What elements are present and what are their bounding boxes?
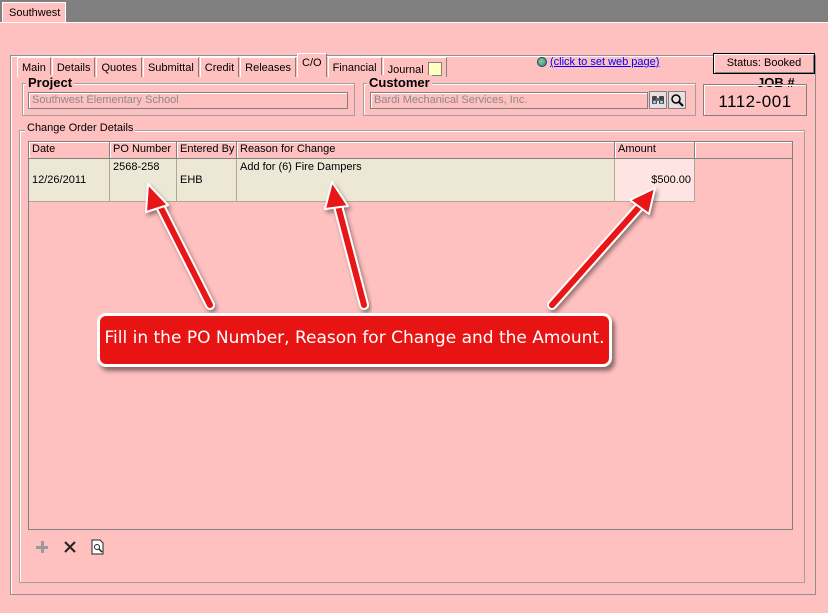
tab-financial[interactable]: Financial	[327, 57, 382, 77]
grid-header: Date PO Number Entered By Reason for Cha…	[29, 142, 793, 159]
preview-icon[interactable]	[89, 538, 107, 556]
web-page-link-area: (click to set web page)	[537, 56, 659, 68]
grid-toolbar	[33, 538, 107, 556]
journal-note-icon	[427, 62, 442, 76]
column-header-reason[interactable]: Reason for Change	[237, 142, 615, 159]
tab-releases[interactable]: Releases	[240, 57, 296, 77]
column-header-po-number[interactable]: PO Number	[110, 142, 177, 159]
customer-field[interactable]: Bardi Mechanical Services, Inc.	[370, 92, 648, 109]
status-button[interactable]: Status: Booked	[713, 53, 815, 74]
tab-submittal[interactable]: Submittal	[142, 57, 199, 77]
delete-icon[interactable]	[61, 538, 79, 556]
tab-quotes[interactable]: Quotes	[96, 57, 142, 77]
tab-change-orders[interactable]: C/O	[297, 53, 327, 77]
globe-icon	[537, 57, 547, 67]
cell-po-number[interactable]: 2568-258	[110, 159, 177, 202]
column-header-entered-by[interactable]: Entered By	[177, 142, 237, 159]
project-field[interactable]: Southwest Elementary School	[28, 92, 348, 109]
table-row[interactable]: 12/26/2011 2568-258 EHB Add for (6) Fire…	[29, 159, 695, 202]
instruction-callout: Fill in the PO Number, Reason for Change…	[97, 313, 612, 367]
window-tab[interactable]: Southwest	[2, 2, 66, 24]
cell-entered-by[interactable]: EHB	[177, 159, 237, 202]
tab-credit[interactable]: Credit	[199, 57, 240, 77]
tab-main[interactable]: Main	[17, 57, 51, 77]
column-header-filler	[695, 142, 793, 159]
project-label: Project	[26, 75, 75, 90]
cell-reason[interactable]: Add for (6) Fire Dampers	[237, 159, 615, 202]
cell-date[interactable]: 12/26/2011	[29, 159, 110, 202]
column-header-date[interactable]: Date	[29, 142, 110, 159]
binoculars-icon[interactable]	[649, 91, 667, 109]
change-order-section-label: Change Order Details	[25, 122, 136, 134]
cell-amount[interactable]: $500.00	[615, 159, 695, 202]
customer-label: Customer	[367, 75, 432, 90]
add-icon[interactable]	[33, 538, 51, 556]
tab-strip: Main Details Quotes Submittal Credit Rel…	[17, 53, 448, 77]
job-number: 1112-001	[703, 84, 807, 116]
magnifier-icon[interactable]	[668, 91, 686, 109]
column-header-amount[interactable]: Amount	[615, 142, 695, 159]
tab-journal[interactable]: Journal	[382, 57, 447, 77]
tab-details[interactable]: Details	[51, 57, 96, 77]
set-web-page-link[interactable]: (click to set web page)	[550, 56, 659, 68]
